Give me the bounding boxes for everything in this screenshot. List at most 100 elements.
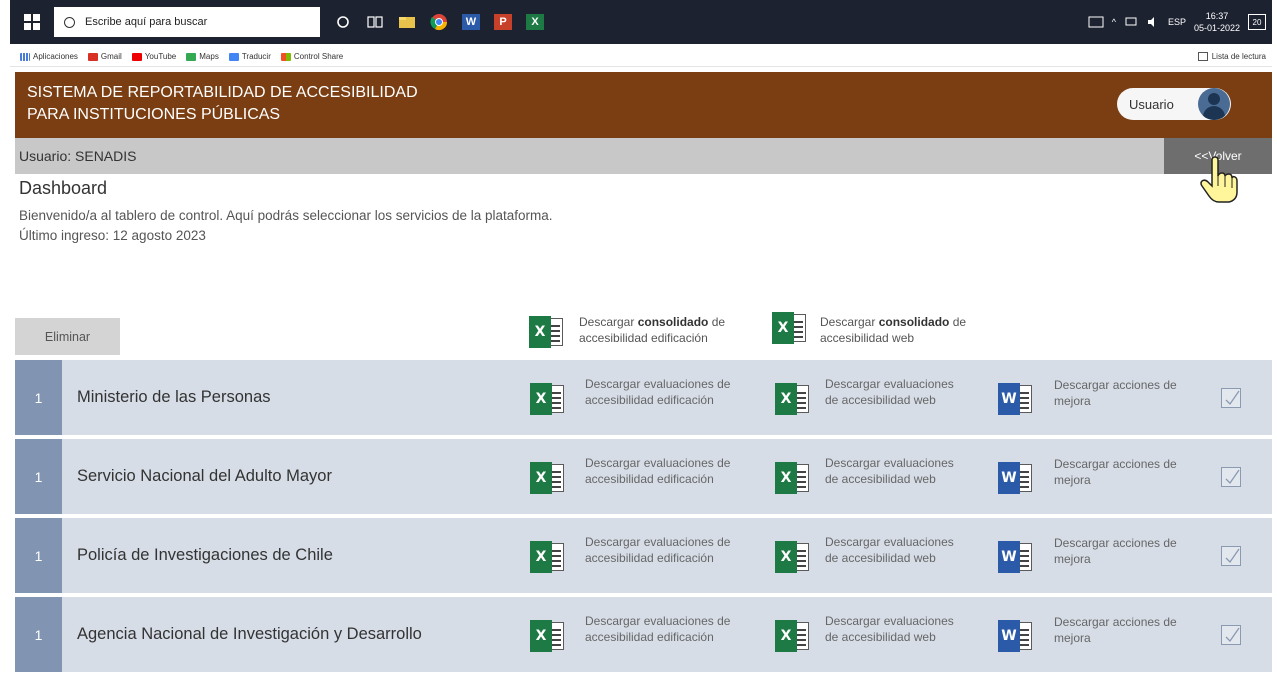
download-improvement-actions-link[interactable]: Descargar acciones de mejora — [1054, 377, 1177, 409]
link-text: Descargar acciones de — [1054, 378, 1177, 392]
excel-icon[interactable]: X — [530, 462, 564, 494]
link-text: accesibilidad edificación — [585, 393, 714, 407]
bookmark-gmail[interactable]: Gmail — [87, 52, 122, 61]
download-web-evaluations-link[interactable]: Descargar evaluaciones de accesibilidad … — [825, 455, 954, 487]
row-checkbox[interactable] — [1221, 467, 1241, 487]
windows-taskbar: Escribe aquí para buscar W P X ^ ESP 16:… — [10, 0, 1272, 44]
word-icon[interactable]: W — [998, 620, 1032, 652]
excel-icon[interactable]: X — [529, 316, 563, 348]
link-text: de accesibilidad web — [825, 630, 936, 644]
row-number: 1 — [15, 439, 62, 514]
taskbar-search-box[interactable]: Escribe aquí para buscar — [54, 7, 320, 37]
delete-button[interactable]: Eliminar — [15, 318, 120, 355]
link-text: Descargar acciones de — [1054, 615, 1177, 629]
download-building-evaluations-link[interactable]: Descargar evaluaciones de accesibilidad … — [585, 376, 730, 408]
excel-icon[interactable]: X — [530, 541, 564, 573]
excel-icon[interactable]: X — [775, 462, 809, 494]
link-text: Descargar acciones de — [1054, 457, 1177, 471]
row-number: 1 — [15, 518, 62, 593]
download-web-evaluations-link[interactable]: Descargar evaluaciones de accesibilidad … — [825, 613, 954, 645]
link-text: mejora — [1054, 552, 1091, 566]
row-number: 1 — [15, 360, 62, 435]
last-login-text: Último ingreso: 12 agosto 2023 — [19, 228, 206, 243]
gmail-icon — [87, 52, 98, 61]
excel-icon[interactable]: X — [775, 541, 809, 573]
institution-row: 1 Policía de Investigaciones de Chile X … — [15, 518, 1272, 593]
notification-center-icon[interactable]: 20 — [1248, 14, 1266, 30]
word-icon[interactable]: W — [998, 541, 1032, 573]
download-web-evaluations-link[interactable]: Descargar evaluaciones de accesibilidad … — [825, 534, 954, 566]
excel-icon[interactable]: X — [530, 383, 564, 415]
volume-icon[interactable] — [1146, 16, 1160, 28]
row-checkbox[interactable] — [1221, 546, 1241, 566]
bookmark-label: Traducir — [241, 52, 271, 61]
checkmark-icon — [1225, 548, 1240, 564]
taskbar-search-placeholder: Escribe aquí para buscar — [85, 16, 208, 28]
excel-taskbar-icon[interactable]: X — [526, 14, 544, 30]
word-icon[interactable]: W — [998, 383, 1032, 415]
current-user-label: Usuario: SENADIS — [19, 148, 137, 164]
keyboard-icon[interactable] — [1088, 16, 1104, 28]
apps-grid-icon — [20, 52, 30, 61]
bookmark-youtube[interactable]: YouTube — [131, 52, 177, 61]
search-icon — [64, 16, 75, 28]
taskbar-clock[interactable]: 16:37 05-01-2022 — [1194, 10, 1240, 34]
user-info-bar: Usuario: SENADIS <<Volver — [15, 138, 1272, 174]
row-checkbox[interactable] — [1221, 388, 1241, 408]
user-menu-button[interactable]: Usuario — [1117, 88, 1231, 120]
excel-icon[interactable]: X — [775, 383, 809, 415]
download-web-evaluations-link[interactable]: Descargar evaluaciones de accesibilidad … — [825, 376, 954, 408]
checkmark-icon — [1225, 390, 1240, 406]
network-icon[interactable] — [1124, 16, 1138, 28]
download-building-evaluations-link[interactable]: Descargar evaluaciones de accesibilidad … — [585, 534, 730, 566]
youtube-icon — [131, 52, 142, 61]
link-text: de — [949, 315, 967, 329]
bookmarks-bar: Aplicaciones Gmail YouTube Maps Traducir… — [10, 47, 1272, 67]
download-consolidated-building-link[interactable]: Descargar consolidado de accesibilidad e… — [579, 314, 725, 346]
app-title-line2: PARA INSTITUCIONES PÚBLICAS — [27, 106, 281, 123]
row-number: 1 — [15, 597, 62, 672]
excel-icon[interactable]: X — [775, 620, 809, 652]
link-text: accesibilidad edificación — [585, 472, 714, 486]
chrome-icon[interactable] — [430, 14, 448, 31]
download-improvement-actions-link[interactable]: Descargar acciones de mejora — [1054, 456, 1177, 488]
word-taskbar-icon[interactable]: W — [462, 14, 480, 30]
powerpoint-taskbar-icon[interactable]: P — [494, 14, 512, 30]
institution-row: 1 Agencia Nacional de Investigación y De… — [15, 597, 1272, 672]
link-text: Descargar evaluaciones — [825, 456, 954, 470]
excel-icon[interactable]: X — [772, 312, 806, 344]
cortana-icon[interactable] — [334, 14, 352, 30]
task-view-icon[interactable] — [366, 14, 384, 30]
link-text: accesibilidad edificación — [579, 331, 708, 345]
language-indicator[interactable]: ESP — [1168, 17, 1186, 27]
institution-row: 1 Servicio Nacional del Adulto Mayor X D… — [15, 439, 1272, 514]
bookmark-maps[interactable]: Maps — [186, 52, 219, 61]
bookmark-control-share[interactable]: Control Share — [280, 52, 344, 61]
bookmark-apps[interactable]: Aplicaciones — [20, 52, 78, 61]
word-icon[interactable]: W — [998, 462, 1032, 494]
institution-name: Ministerio de las Personas — [77, 388, 271, 406]
bookmark-label: Control Share — [293, 52, 344, 61]
download-improvement-actions-link[interactable]: Descargar acciones de mejora — [1054, 614, 1177, 646]
excel-icon[interactable]: X — [530, 620, 564, 652]
download-improvement-actions-link[interactable]: Descargar acciones de mejora — [1054, 535, 1177, 567]
checkmark-icon — [1225, 469, 1240, 485]
row-checkbox[interactable] — [1221, 625, 1241, 645]
link-text: accesibilidad web — [820, 331, 915, 345]
file-explorer-icon[interactable] — [398, 14, 416, 30]
bookmark-label: YouTube — [144, 52, 177, 61]
link-text: Descargar evaluaciones de — [585, 614, 731, 628]
app-title: SISTEMA DE REPORTABILIDAD DE ACCESIBILID… — [27, 82, 418, 126]
link-text: Descargar evaluaciones de — [585, 456, 731, 470]
clock-time: 16:37 — [1205, 11, 1229, 21]
bookmark-translate[interactable]: Traducir — [228, 52, 271, 61]
download-consolidated-web-link[interactable]: Descargar consolidado de accesibilidad w… — [820, 314, 966, 346]
windows-start-icon[interactable] — [10, 0, 54, 44]
link-text: Descargar — [579, 315, 638, 329]
welcome-text: Bienvenido/a al tablero de control. Aquí… — [19, 208, 553, 223]
reading-list-button[interactable]: Lista de lectura — [1197, 52, 1266, 61]
download-building-evaluations-link[interactable]: Descargar evaluaciones de accesibilidad … — [585, 455, 730, 487]
tray-chevron-icon[interactable]: ^ — [1112, 17, 1116, 27]
reading-list-icon — [1197, 52, 1208, 61]
download-building-evaluations-link[interactable]: Descargar evaluaciones de accesibilidad … — [585, 613, 730, 645]
